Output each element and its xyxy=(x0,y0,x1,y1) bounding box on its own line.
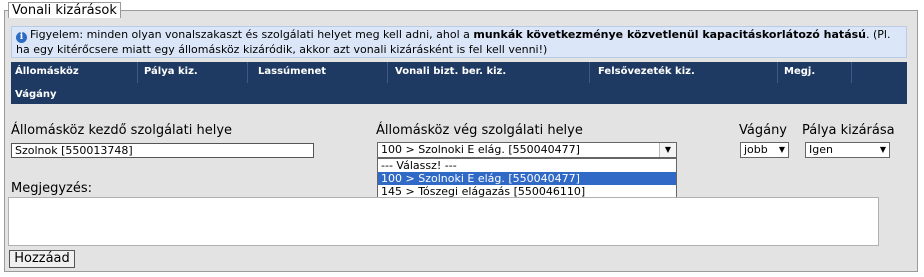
exclusion-select[interactable]: Igen ▼ xyxy=(805,142,890,158)
end-station-select[interactable]: 100 > Szolnoki E elág. [550040477] ▼ xyxy=(377,142,677,158)
col-header-felsovezetek[interactable]: Felsővezeték kiz. xyxy=(598,66,695,77)
start-station-label: Állomásköz kezdő szolgálati helye xyxy=(11,123,233,138)
fieldset-legend: Vonali kizárások xyxy=(8,2,121,18)
col-separator xyxy=(247,62,248,83)
info-text-bold: munkák következménye közvetlenül kapacit… xyxy=(473,28,866,41)
end-station-label: Állomásköz vég szolgálati helye xyxy=(376,123,583,138)
info-text-prefix: Figyelem: minden olyan vonalszakaszt és … xyxy=(30,28,474,41)
exclusion-selected: Igen xyxy=(809,143,833,156)
col-header-palya-kiz[interactable]: Pálya kiz. xyxy=(144,66,198,77)
info-box: i Figyelem: minden olyan vonalszakaszt és… xyxy=(11,26,907,58)
col-separator xyxy=(851,62,852,83)
chevron-down-icon: ▼ xyxy=(778,145,785,154)
dropdown-option[interactable]: --- Válassz! --- xyxy=(378,159,676,172)
end-station-dropdown[interactable]: --- Válassz! --- 100 > Szolnoki E elág. … xyxy=(377,158,677,200)
chevron-down-icon: ▼ xyxy=(879,145,886,154)
start-station-input[interactable]: Szolnok [550013748] xyxy=(11,143,314,158)
note-textarea[interactable] xyxy=(8,197,879,246)
exclusion-label: Pálya kizárása xyxy=(802,123,895,138)
col-header-megj[interactable]: Megj. xyxy=(784,66,815,77)
note-label: Megjegyzés: xyxy=(11,181,92,196)
track-select[interactable]: jobb ▼ xyxy=(740,142,789,158)
col-header-vonali-bizt[interactable]: Vonali bizt. ber. kiz. xyxy=(395,66,506,77)
info-icon: i xyxy=(16,32,27,43)
exclusions-grid-header: Állomásköz Pálya kiz. Lassúmenet Vonali … xyxy=(11,62,907,104)
chevron-down-icon[interactable]: ▼ xyxy=(659,143,676,157)
track-selected: jobb xyxy=(744,143,768,156)
track-label: Vágány xyxy=(739,123,788,138)
col-separator xyxy=(387,62,388,83)
add-button[interactable]: Hozzáad xyxy=(9,250,75,268)
dropdown-option-selected[interactable]: 100 > Szolnoki E elág. [550040477] xyxy=(378,172,676,185)
col-separator xyxy=(137,62,138,83)
col-header-allomaskoz[interactable]: Állomásköz xyxy=(15,66,79,77)
col-separator xyxy=(589,62,590,83)
col-header-lassumenet[interactable]: Lassúmenet xyxy=(258,66,326,77)
col-separator xyxy=(777,62,778,83)
col-header-vagany[interactable]: Vágány xyxy=(15,89,56,100)
end-station-selected: 100 > Szolnoki E elág. [550040477] xyxy=(381,143,580,156)
